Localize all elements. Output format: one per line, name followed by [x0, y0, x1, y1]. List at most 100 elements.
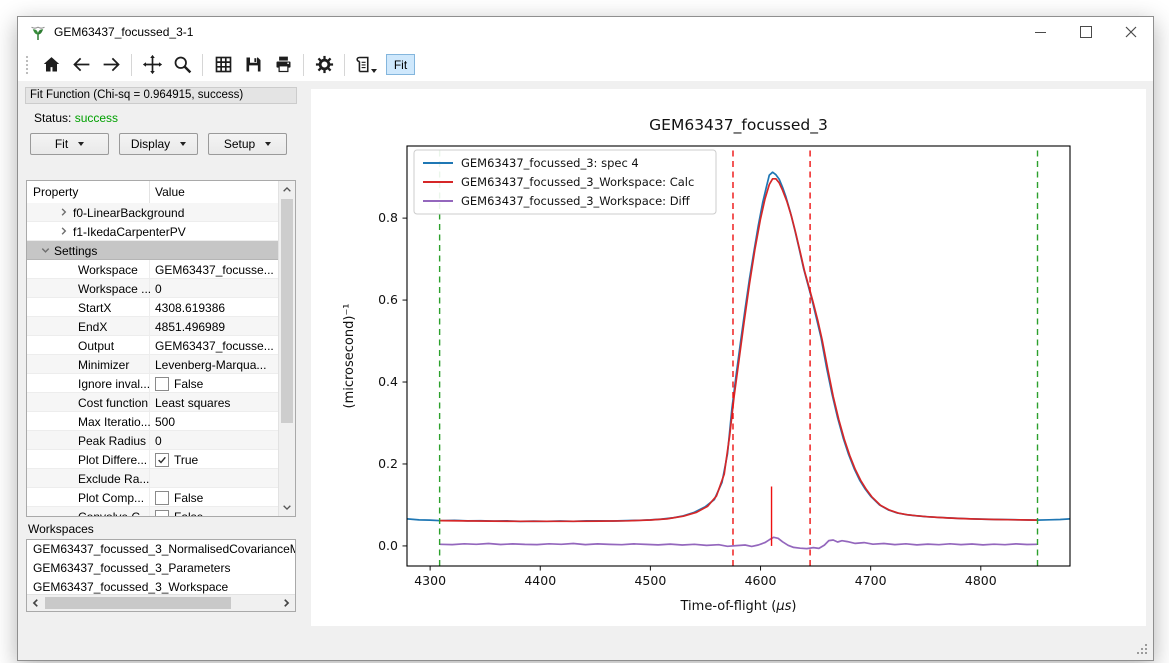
property-row[interactable]: StartX 4308.619386	[27, 298, 278, 317]
plot-toolbar: Fit	[18, 48, 1153, 81]
property-row[interactable]: Peak Radius0	[27, 431, 278, 450]
property-value[interactable]: False	[155, 377, 276, 391]
property-value[interactable]: GEM63437_focusse...	[155, 263, 276, 277]
property-name: StartX	[78, 301, 111, 315]
customize-gear-icon[interactable]	[310, 51, 339, 78]
status-bar	[18, 641, 1153, 660]
scroll-up-icon[interactable]	[279, 182, 295, 198]
value-text: GEM63437_focusse...	[155, 339, 274, 353]
property-name: Plot Differe...	[78, 453, 147, 467]
value-text: 500	[155, 415, 175, 429]
checkbox-unchecked[interactable]	[155, 510, 169, 517]
fit-menu-buttons: Fit Display Setup	[30, 133, 287, 155]
function-group-row[interactable]: f1-IkedaCarpenterPV	[27, 222, 278, 241]
twisty[interactable]	[40, 245, 51, 256]
fit-toolbar-button[interactable]: Fit	[386, 54, 415, 75]
property-value[interactable]: False	[155, 491, 276, 505]
twisty[interactable]	[58, 226, 69, 237]
property-name: Minimizer	[78, 358, 129, 372]
output-workspaces-list: GEM63437_focussed_3_NormalisedCovariance…	[26, 539, 296, 612]
workspace-list-item[interactable]: GEM63437_focussed_3_NormalisedCovariance…	[27, 541, 295, 560]
property-row[interactable]: Plot Comp...False	[27, 488, 278, 507]
value-text: GEM63437_focusse...	[155, 263, 274, 277]
property-row[interactable]: Max Iteratio...500	[27, 412, 278, 431]
dropdown-arrow-icon	[371, 69, 377, 73]
scroll-left-icon[interactable]	[28, 595, 44, 611]
property-row[interactable]: Plot Differe... True	[27, 450, 278, 469]
minimize-button[interactable]	[1018, 17, 1063, 47]
property-value[interactable]: 4308.619386	[155, 301, 276, 315]
value-text: 0	[155, 434, 162, 448]
property-name: Convolve C...	[78, 510, 150, 517]
property-value[interactable]: True	[155, 453, 276, 467]
property-row[interactable]: EndX 4851.496989	[27, 317, 278, 336]
column-divider	[149, 181, 150, 203]
property-row[interactable]: Ignore inval...False	[27, 374, 278, 393]
property-row[interactable]: WorkspaceGEM63437_focusse...	[27, 260, 278, 279]
scrollbar-thumb[interactable]	[281, 199, 293, 423]
display-menu-label: Display	[131, 137, 170, 151]
status-label: Status:	[34, 111, 71, 125]
legend-label-1: GEM63437_focussed_3_Workspace: Calc	[461, 175, 694, 189]
x-tick-label: 4500	[634, 573, 666, 588]
display-menu-button[interactable]: Display	[119, 133, 198, 155]
property-value[interactable]: Least squares	[155, 396, 276, 410]
property-rows: f0-LinearBackground f1-IkedaCarpenterPVSe…	[27, 203, 278, 516]
property-value[interactable]: Levenberg-Marqua...	[155, 358, 276, 372]
checkbox-unchecked[interactable]	[155, 377, 169, 391]
save-icon[interactable]	[239, 51, 268, 78]
checkbox-unchecked[interactable]	[155, 491, 169, 505]
check-icon	[157, 455, 167, 465]
property-value[interactable]: 0	[155, 434, 276, 448]
column-divider	[149, 260, 150, 278]
scroll-right-icon[interactable]	[278, 595, 294, 611]
expand-chevron-icon	[58, 226, 69, 237]
group-name: f0-LinearBackground	[73, 206, 184, 220]
print-icon[interactable]	[269, 51, 298, 78]
property-value[interactable]: False	[155, 510, 276, 517]
y-axis-label: (microsecond)⁻¹	[342, 303, 357, 408]
function-group-row[interactable]: Settings	[27, 241, 278, 260]
property-row[interactable]: Exclude Ra...	[27, 469, 278, 488]
setup-menu-button[interactable]: Setup	[208, 133, 287, 155]
property-row[interactable]: Cost functionLeast squares	[27, 393, 278, 412]
workspaces-hscrollbar[interactable]	[27, 594, 295, 611]
property-row[interactable]: Convolve C... False	[27, 507, 278, 516]
workspace-list-item[interactable]: GEM63437_focussed_3_Workspace	[27, 579, 295, 594]
property-row[interactable]: Output GEM63437_focusse...	[27, 336, 278, 355]
fit-menu-button[interactable]: Fit	[30, 133, 109, 155]
scrollbar-thumb[interactable]	[45, 597, 231, 609]
property-value[interactable]: 0	[155, 282, 276, 296]
property-row[interactable]: Workspace ...0	[27, 279, 278, 298]
maximize-button[interactable]	[1063, 17, 1108, 47]
generate-script-icon[interactable]	[351, 51, 380, 78]
workspace-list-item[interactable]: GEM63437_focussed_3_Parameters	[27, 560, 295, 579]
zoom-icon[interactable]	[168, 51, 197, 78]
toolbar-drag-handle[interactable]	[24, 54, 30, 76]
twisty[interactable]	[58, 207, 69, 218]
property-value[interactable]: GEM63437_focusse...	[155, 339, 276, 353]
home-icon[interactable]	[37, 51, 66, 78]
checkbox-checked[interactable]	[155, 453, 169, 467]
forward-icon[interactable]	[97, 51, 126, 78]
property-table-scrollbar[interactable]	[278, 181, 295, 516]
property-value[interactable]: 500	[155, 415, 276, 429]
close-button[interactable]	[1108, 17, 1153, 47]
back-icon[interactable]	[67, 51, 96, 78]
x-tick-label: 4400	[524, 573, 556, 588]
grid-subplots-icon[interactable]	[209, 51, 238, 78]
fit-dock-title[interactable]: Fit Function (Chi-sq = 0.964915, success…	[25, 87, 297, 104]
property-name: EndX	[78, 320, 107, 334]
value-text: 4851.496989	[155, 320, 225, 334]
function-group-row[interactable]: f0-LinearBackground	[27, 203, 278, 222]
workspace-items: GEM63437_focussed_3_NormalisedCovariance…	[27, 541, 295, 594]
plot-canvas[interactable]: GEM63437_focussed_3430044004500460047004…	[311, 89, 1146, 626]
resize-grip[interactable]	[1137, 644, 1148, 655]
column-header-value: Value	[155, 185, 185, 199]
property-name: Output	[78, 339, 114, 353]
scroll-down-icon[interactable]	[279, 499, 295, 515]
property-value[interactable]: 4851.496989	[155, 320, 276, 334]
property-row[interactable]: Minimizer Levenberg-Marqua...	[27, 355, 278, 374]
value-text: False	[174, 510, 203, 517]
pan-icon[interactable]	[138, 51, 167, 78]
